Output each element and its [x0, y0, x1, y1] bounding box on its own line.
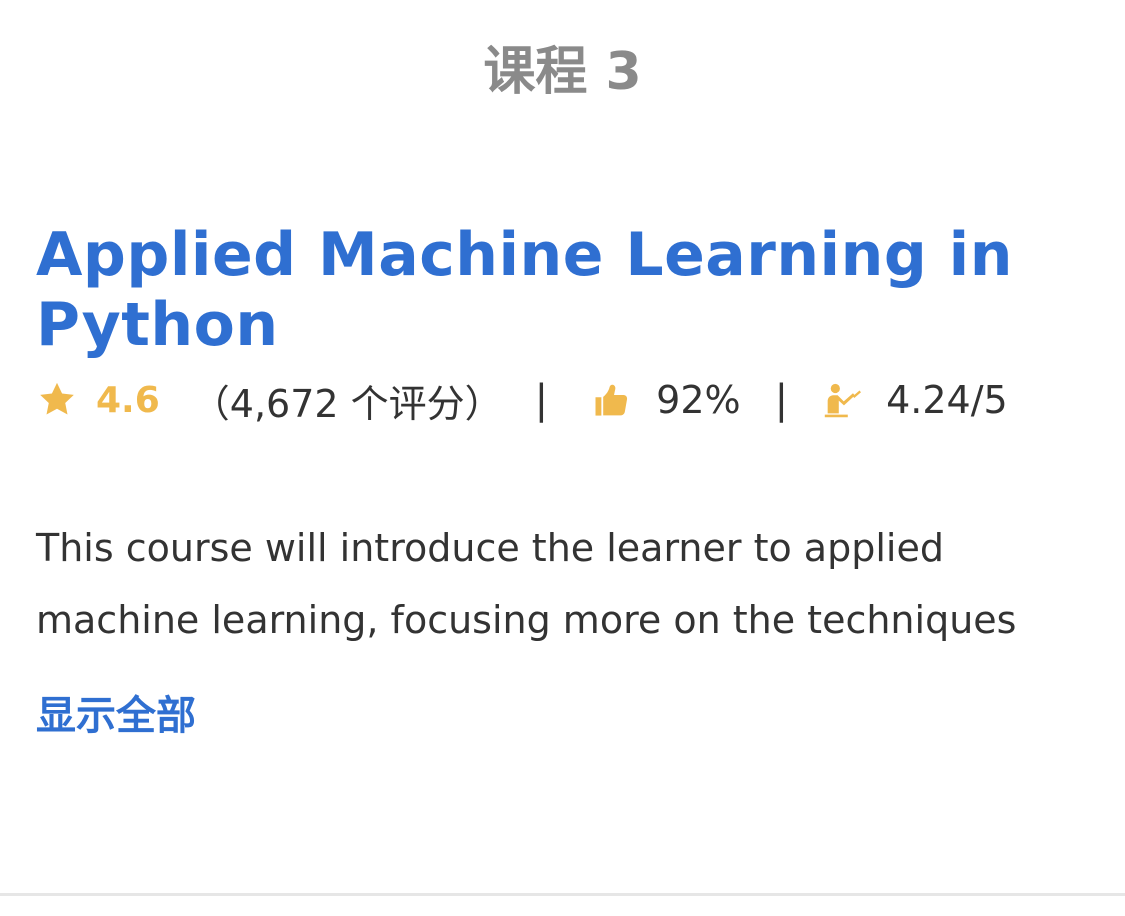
- section-heading: 课程 3: [483, 42, 642, 102]
- rating-count: （4,672 个评分）: [191, 381, 503, 426]
- meta-divider-2: |: [774, 377, 789, 423]
- bottom-divider: [0, 893, 1125, 896]
- approval-value: 92%: [656, 378, 741, 422]
- course-title[interactable]: Applied Machine Learning in Python: [36, 220, 1096, 360]
- meta-divider: |: [534, 377, 549, 423]
- thumbs-up-icon: [590, 378, 634, 422]
- star-icon: [36, 379, 78, 421]
- course-meta-row: 4.6 （4,672 个评分） | 92% | 4.24/5: [36, 372, 1008, 428]
- instructor-icon: [820, 377, 866, 423]
- show-all-link[interactable]: 显示全部: [36, 688, 196, 744]
- course-description: This course will introduce the learner t…: [36, 526, 1017, 642]
- instructor-score-value: 4.24/5: [886, 378, 1008, 422]
- rating-value: 4.6: [96, 379, 160, 421]
